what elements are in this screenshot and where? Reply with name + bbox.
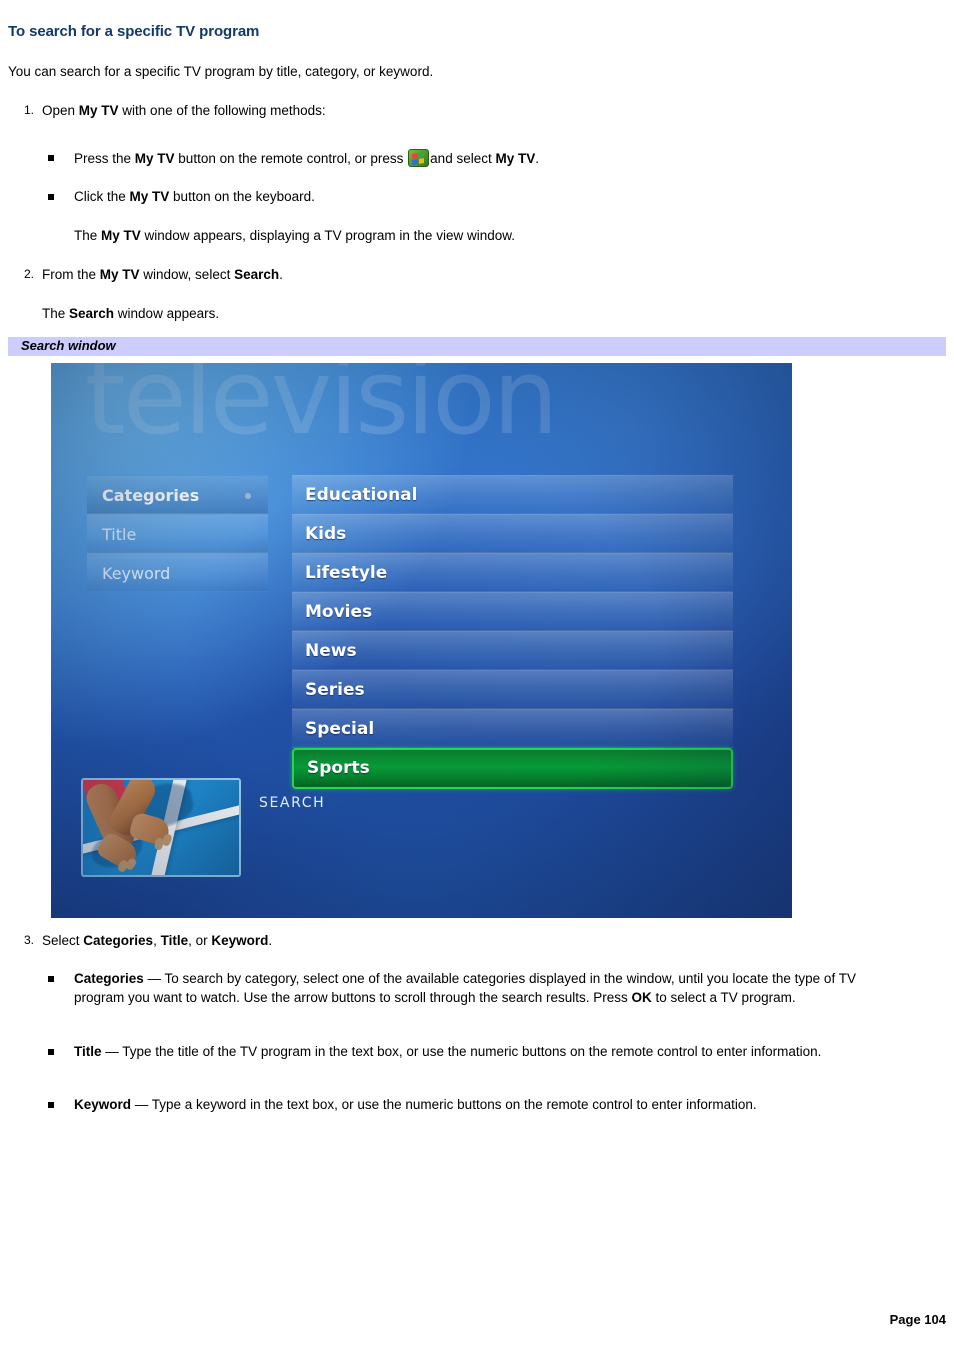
s1s1-bold-mytv-2: My TV [495,151,536,166]
step-3-sub-categories: Categories — To search by category, sele… [48,970,880,1007]
s3s3-bold-keyword: Keyword [74,1097,132,1112]
page-title: To search for a specific TV program [8,23,260,40]
step-1-bold-mytv: My TV [78,103,119,118]
step-3-number: 3. [23,933,34,947]
s3s1-bold-ok: OK [631,989,652,1005]
bullet-icon [48,976,54,982]
figure-caption: Search window [21,338,116,353]
s3s2-text: — Type the title of the TV program in th… [101,1044,822,1059]
search-heading: SEARCH [259,795,326,811]
page-footer: Page 104 [889,1312,946,1327]
s2n-part1: The [42,306,70,321]
s1n-part1: The [74,228,102,243]
category-label: Special [305,719,375,739]
s1s1-part4: . [535,151,539,166]
step-1-note: The My TV window appears, displaying a T… [74,227,934,246]
search-mode-menu: Categories Title Keyword [87,475,268,592]
step-3-sub-keyword: Keyword — Type a keyword in the text box… [48,1096,880,1115]
category-label: Kids [305,524,347,544]
s2-part3: . [279,267,283,282]
step-2: 2. From the My TV window, select Search. [8,266,908,284]
s1s1-part1: Press the [74,151,135,166]
s3s3-text: — Type a keyword in the text box, or use… [131,1097,757,1112]
step-3-sub-keyword-text: Keyword — Type a keyword in the text box… [74,1096,880,1115]
step-3-text: Select Categories, Title, or Keyword. [42,932,908,950]
figure-caption-bar: Search window [8,337,946,356]
s3s1-bold-categories: Categories [74,971,144,986]
category-item-movies[interactable]: Movies [292,592,733,631]
step-3-sub-categories-text: Categories — To search by category, sele… [74,970,880,1007]
s1n-part2: window appears, displaying a TV program … [140,228,515,243]
category-label: Movies [305,602,373,622]
step-3-sub-title: Title — Type the title of the TV program… [48,1043,880,1062]
bullet-icon [48,1102,54,1108]
step-1-number: 1. [23,103,34,117]
search-window-screenshot: television SEARCH Categories Title Keywo… [51,363,792,918]
s3-bold-categories: Categories [83,933,154,948]
s3-part1: Select [42,933,84,948]
menu-item-title-label: Title [102,525,137,544]
menu-item-title[interactable]: Title [87,514,268,553]
category-item-sports[interactable]: Sports [292,748,733,789]
s1s1-bold-mytv: My TV [134,151,175,166]
category-label: Lifestyle [305,563,388,583]
step-3: 3. Select Categories, Title, or Keyword. [8,932,908,950]
step-1-text: Open My TV with one of the following met… [42,102,908,120]
menu-item-categories[interactable]: Categories [87,475,268,514]
category-label: Sports [307,758,370,778]
category-list: Educational Kids Lifestyle Movies News S… [292,475,733,789]
s1s2-part1: Click the [74,189,130,204]
step-3-sub-title-text: Title — Type the title of the TV program… [74,1043,880,1062]
step-2-note: The Search window appears. [42,305,902,324]
menu-item-categories-label: Categories [102,486,200,505]
category-item-news[interactable]: News [292,631,733,670]
bullet-icon [48,194,54,200]
s3-part4: . [268,933,273,948]
step-1-sub-2-text: Click the My TV button on the keyboard. [74,188,908,207]
windows-start-icon [408,149,430,167]
bullet-icon [48,1049,54,1055]
s2-bold-mytv: My TV [99,267,140,282]
selection-dot-icon [245,493,251,499]
category-label: Educational [305,485,418,505]
s2n-bold-search: Search [69,306,115,321]
category-item-kids[interactable]: Kids [292,514,733,553]
s2-part2: window, select [139,267,235,282]
s1s1-part3: and select [430,151,496,166]
television-watermark: television [85,363,559,458]
category-item-lifestyle[interactable]: Lifestyle [292,553,733,592]
step-2-text: From the My TV window, select Search. [42,266,908,284]
step-1-text-before: Open [42,103,79,118]
step-1-text-after: with one of the following methods: [118,103,326,118]
program-thumbnail [81,778,241,877]
s3-bold-keyword: Keyword [211,933,269,948]
bullet-icon [48,155,54,161]
s1s1-part2: button on the remote control, or press [174,151,408,166]
s3-part2: , [153,933,161,948]
category-label: Series [305,680,365,700]
menu-item-keyword[interactable]: Keyword [87,553,268,592]
s1s2-part2: button on the keyboard. [169,189,315,204]
s2n-part2: window appears. [114,306,220,321]
document-page: To search for a specific TV program You … [0,0,954,1351]
s2-bold-search: Search [234,267,280,282]
s3-part3: , or [188,933,212,948]
category-item-special[interactable]: Special [292,709,733,748]
step-1-sub-1: Press the My TV button on the remote con… [48,149,908,169]
s3s2-bold-title: Title [74,1044,102,1059]
s2-part1: From the [42,267,100,282]
step-1: 1. Open My TV with one of the following … [8,102,908,120]
s3s1-text2: to select a TV program. [651,989,796,1005]
category-item-educational[interactable]: Educational [292,475,733,514]
menu-item-keyword-label: Keyword [102,564,171,583]
s1s2-bold-mytv: My TV [129,189,170,204]
intro-paragraph: You can search for a specific TV program… [8,64,434,79]
step-1-sub-2: Click the My TV button on the keyboard. [48,188,908,207]
s3-bold-title: Title [160,933,189,948]
step-2-number: 2. [23,267,34,281]
step-1-sub-1-text: Press the My TV button on the remote con… [74,149,908,169]
category-item-series[interactable]: Series [292,670,733,709]
s1n-bold-mytv: My TV [101,228,141,243]
category-label: News [305,641,357,661]
